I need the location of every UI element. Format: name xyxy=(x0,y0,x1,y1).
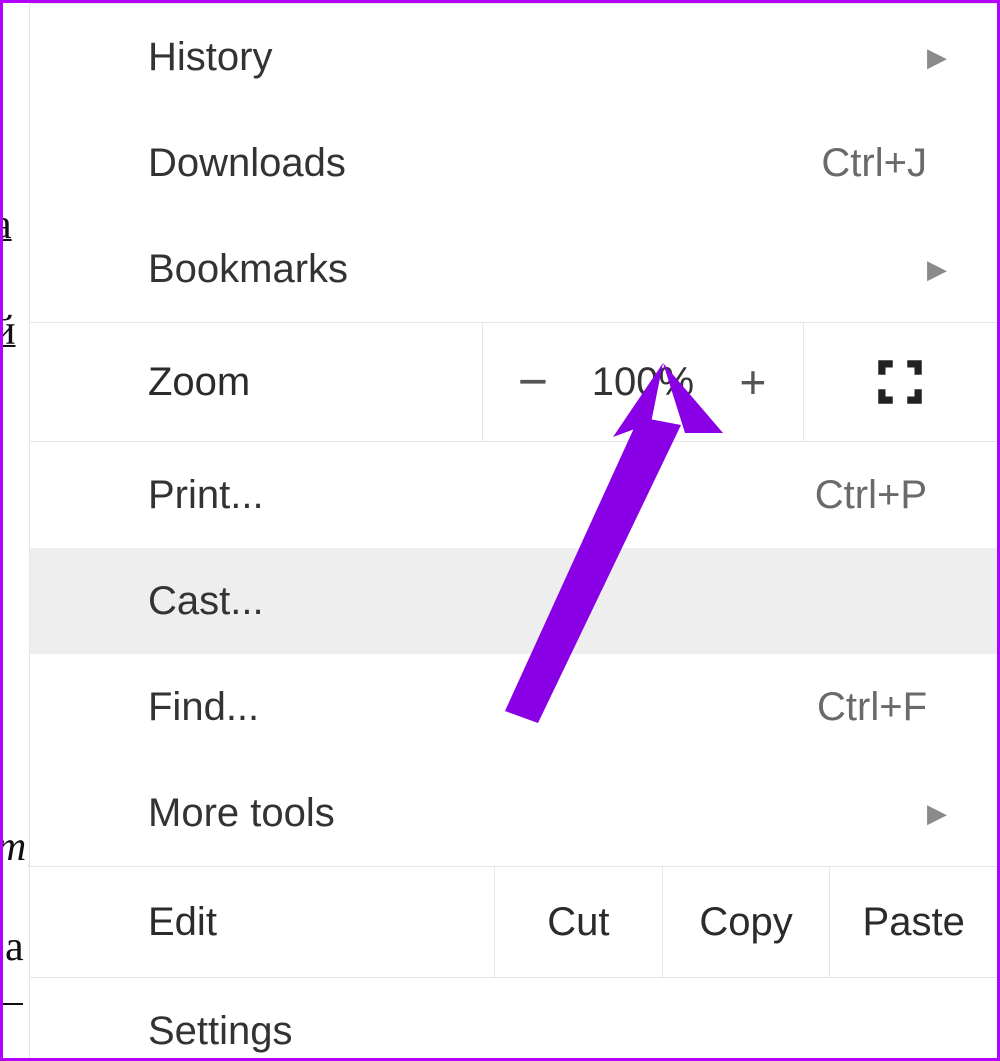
menu-item-label: Settings xyxy=(148,1009,957,1054)
edit-copy-button[interactable]: Copy xyxy=(662,867,830,977)
menu-item-find[interactable]: Find... Ctrl+F xyxy=(30,654,997,760)
edit-cut-button[interactable]: Cut xyxy=(494,867,662,977)
keyboard-shortcut: Ctrl+F xyxy=(817,685,927,730)
menu-item-label: Downloads xyxy=(148,141,821,186)
menu-item-cast[interactable]: Cast... xyxy=(30,548,997,654)
menu-item-downloads[interactable]: Downloads Ctrl+J xyxy=(30,110,997,216)
menu-item-label: Cast... xyxy=(148,579,957,624)
menu-item-bookmarks[interactable]: Bookmarks ▶ xyxy=(30,216,997,322)
bg-char-4: a xyxy=(5,923,24,971)
fullscreen-button[interactable] xyxy=(804,323,997,441)
menu-row-edit: Edit Cut Copy Paste xyxy=(30,866,997,978)
edit-paste-button[interactable]: Paste xyxy=(829,867,997,977)
browser-main-menu: History ▶ Downloads Ctrl+J Bookmarks ▶ Z… xyxy=(29,3,997,1058)
menu-row-zoom: Zoom − 100% + xyxy=(30,322,997,442)
keyboard-shortcut: Ctrl+J xyxy=(821,141,927,186)
chevron-right-icon: ▶ xyxy=(927,254,947,285)
menu-item-print[interactable]: Print... Ctrl+P xyxy=(30,442,997,548)
chevron-right-icon: ▶ xyxy=(927,42,947,73)
fullscreen-icon xyxy=(871,353,929,411)
bg-char-1: a xyxy=(0,201,12,249)
zoom-level: 100% xyxy=(583,360,703,405)
chevron-right-icon: ▶ xyxy=(927,798,947,829)
menu-item-settings[interactable]: Settings xyxy=(30,978,997,1061)
menu-item-history[interactable]: History ▶ xyxy=(30,4,997,110)
zoom-out-button[interactable]: − xyxy=(483,352,583,412)
zoom-in-button[interactable]: + xyxy=(703,355,803,409)
bg-char-2: й xyxy=(0,307,15,355)
menu-item-label: More tools xyxy=(148,791,927,836)
menu-item-label: Bookmarks xyxy=(148,247,927,292)
menu-item-label: Edit xyxy=(30,867,494,977)
menu-item-label: Find... xyxy=(148,685,817,730)
menu-item-label: Print... xyxy=(148,473,815,518)
bg-char-5 xyxy=(3,1003,23,1005)
menu-item-label: History xyxy=(148,35,927,80)
background-page-fragment: a й т, a xyxy=(3,3,29,1058)
zoom-controls: − 100% + xyxy=(482,323,804,441)
keyboard-shortcut: Ctrl+P xyxy=(815,473,927,518)
menu-item-more-tools[interactable]: More tools ▶ xyxy=(30,760,997,866)
menu-item-label: Zoom xyxy=(30,323,482,441)
